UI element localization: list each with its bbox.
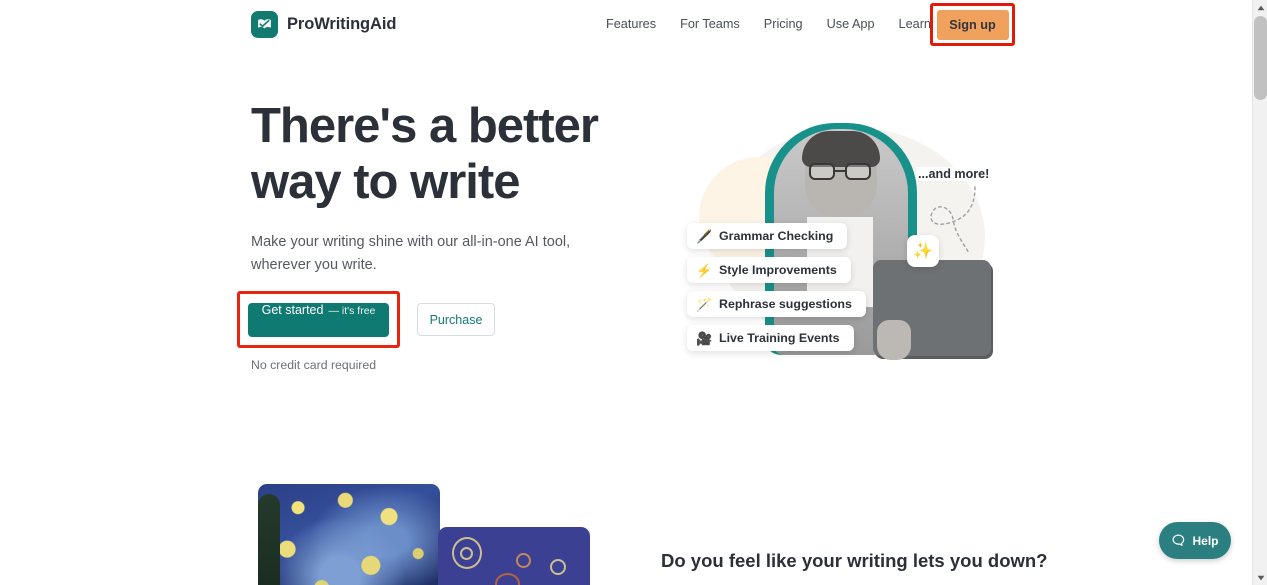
cypress-tree — [258, 494, 280, 585]
feature-pill-rephrase-suggestions: 🪄 Rephrase suggestions — [687, 291, 866, 317]
hero-subtitle: Make your writing shine with our all-in-… — [251, 234, 571, 273]
help-widget-label: Help — [1192, 533, 1219, 548]
swirl-shape — [460, 547, 473, 560]
blue-swirls-card — [438, 527, 590, 585]
magic-wand-icon: 🪄 — [696, 296, 713, 312]
feature-pill-live-training-events: 🎥 Live Training Events — [687, 325, 854, 351]
page-root: ProWritingAid Features For Teams Pricing… — [0, 0, 1267, 585]
lightning-icon: ⚡ — [696, 262, 713, 278]
site-header: ProWritingAid Features For Teams Pricing… — [0, 0, 1252, 49]
hero-title: There's a better way to write — [251, 98, 651, 210]
hero-copy: There's a better way to write Make your … — [251, 98, 651, 277]
swirl-shape — [495, 573, 520, 585]
feature-pill-label: Style Improvements — [719, 263, 837, 277]
hero-title-line-2: way to write — [251, 155, 520, 209]
no-credit-card-note: No credit card required — [251, 358, 377, 372]
swirl-shape — [550, 559, 566, 575]
signup-highlight-box: Sign up — [930, 3, 1015, 46]
nav-item-features[interactable]: Features — [600, 14, 668, 34]
help-widget-button[interactable]: Help — [1159, 522, 1231, 559]
nav-item-for-teams[interactable]: For Teams — [668, 14, 752, 34]
feature-pill-label: Rephrase suggestions — [719, 297, 852, 311]
chevron-down-glyph — [1257, 575, 1264, 580]
person-hand — [877, 320, 911, 360]
nav-item-pricing[interactable]: Pricing — [752, 14, 815, 34]
chevron-up-glyph — [1257, 5, 1264, 10]
nav-item-use-app[interactable]: Use App — [815, 14, 887, 34]
starry-night-painting — [258, 484, 440, 585]
signup-button[interactable]: Sign up — [936, 9, 1009, 40]
person-hair — [802, 131, 880, 167]
person-glasses-icon — [807, 163, 875, 180]
scrollbar-thumb[interactable] — [1254, 16, 1267, 100]
purchase-button[interactable]: Purchase — [417, 303, 495, 336]
hero-illustration: ✨ ...and more! 🖋️ Grammar Checking ⚡ Sty… — [655, 105, 1005, 370]
dotted-curve-icon — [930, 186, 976, 254]
glasses-left-lens — [809, 163, 835, 180]
swirl-shape — [516, 553, 531, 568]
brand-logo[interactable]: ProWritingAid — [251, 11, 396, 38]
get-started-highlight-box: Get started — it's free — [237, 291, 400, 348]
feature-pill-style-improvements: ⚡ Style Improvements — [687, 257, 851, 283]
feature-pill-label: Grammar Checking — [719, 229, 834, 243]
and-more-callout: ...and more! — [916, 167, 992, 181]
page-scrollbar[interactable] — [1252, 0, 1267, 585]
hero-cta-row: Get started — it's free Purchase — [237, 291, 495, 348]
scrollbar-up-arrow-icon[interactable] — [1253, 0, 1267, 15]
glasses-right-lens — [845, 163, 871, 180]
get-started-suffix: — it's free — [328, 304, 376, 317]
get-started-button[interactable]: Get started — it's free — [248, 302, 389, 337]
lower-section-heading: Do you feel like your writing lets you d… — [661, 550, 1048, 571]
movie-camera-icon: 🎥 — [696, 330, 713, 346]
chat-bubble-icon — [1173, 534, 1185, 546]
feature-pill-label: Live Training Events — [719, 331, 840, 345]
glasses-bridge — [835, 170, 845, 173]
hero-title-line-1: There's a better — [251, 99, 599, 153]
get-started-label: Get started — [261, 302, 324, 317]
feature-pill-grammar-checking: 🖋️ Grammar Checking — [687, 223, 848, 249]
brand-name: ProWritingAid — [287, 15, 397, 33]
pen-icon: 🖋️ — [696, 228, 713, 244]
prowritingaid-book-check-logo-icon — [251, 11, 278, 38]
scrollbar-down-arrow-icon[interactable] — [1253, 570, 1267, 585]
feature-pill-list: 🖋️ Grammar Checking ⚡ Style Improvements… — [687, 223, 866, 351]
